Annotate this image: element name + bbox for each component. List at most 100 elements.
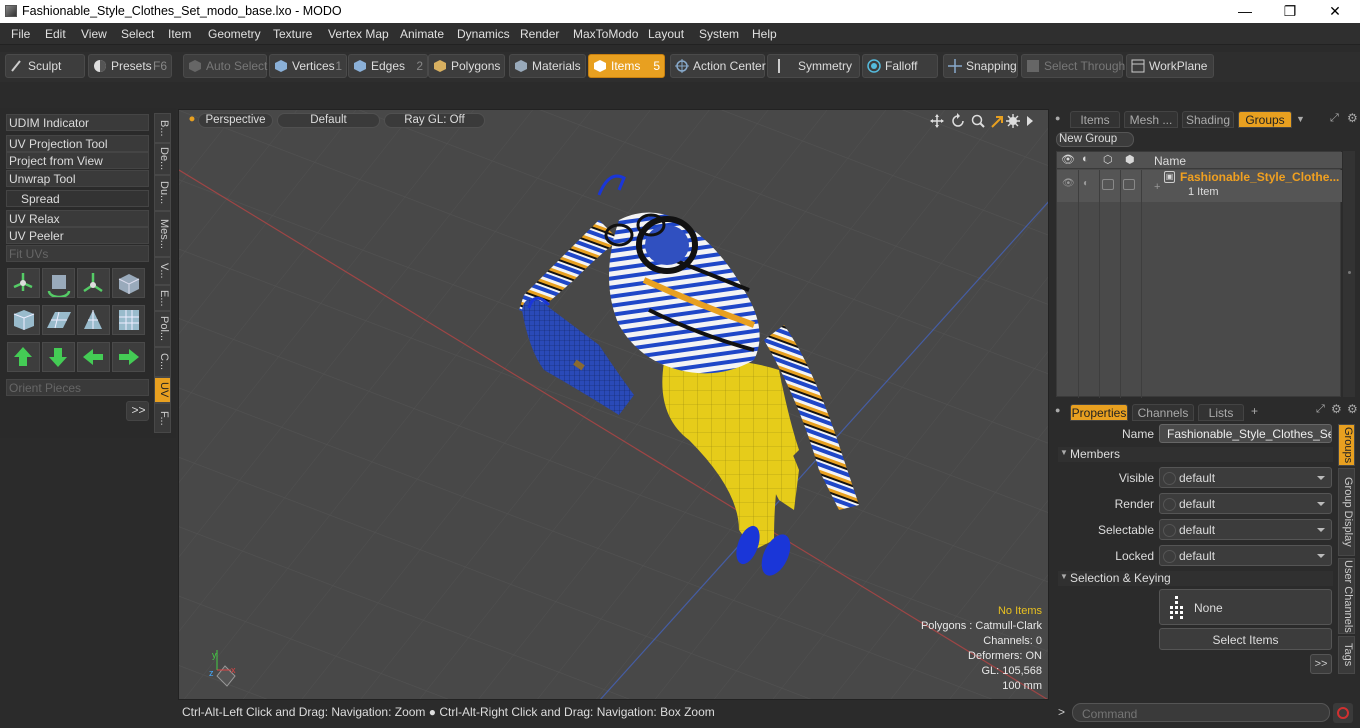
menu-file[interactable]: File	[11, 27, 30, 41]
menu-dynamics[interactable]: Dynamics	[457, 27, 510, 41]
tab-duplicate[interactable]: Du...	[154, 175, 171, 211]
tab-properties[interactable]: Properties	[1070, 404, 1128, 421]
close-button[interactable]: ✕	[1312, 2, 1358, 22]
panel-settings-icon[interactable]: ⚙	[1331, 402, 1342, 416]
settings-gear-icon[interactable]	[1006, 114, 1020, 128]
more-properties-button[interactable]: >>	[1310, 654, 1332, 674]
arrow-up-icon[interactable]	[7, 342, 40, 372]
tab-fusion[interactable]: F...	[154, 403, 171, 433]
move-view-icon[interactable]	[930, 114, 944, 128]
locked-dropdown[interactable]: default	[1159, 545, 1332, 566]
select-through-button[interactable]: Select Through	[1021, 54, 1125, 78]
unwrap-tool-button[interactable]: Unwrap Tool	[6, 170, 149, 187]
members-section[interactable]: ▼ Members	[1058, 447, 1333, 462]
panel-settings-icon[interactable]: ⚙	[1347, 402, 1358, 416]
command-input[interactable]	[1072, 703, 1330, 722]
render-dropdown[interactable]: default	[1159, 493, 1332, 514]
uv-plane-icon[interactable]	[42, 305, 75, 335]
menu-layout[interactable]: Layout	[648, 27, 684, 41]
uv-relax-button[interactable]: UV Relax	[6, 210, 149, 227]
polygons-button[interactable]: Polygons	[428, 54, 505, 78]
row-render-icon[interactable]: ◐	[1083, 178, 1089, 189]
maximize-button[interactable]: ❐	[1267, 2, 1313, 22]
menu-render[interactable]: Render	[520, 27, 559, 41]
action-center-button[interactable]: Action Center	[670, 54, 766, 78]
materials-button[interactable]: Materials	[509, 54, 586, 78]
selection-keying-section[interactable]: ▼ Selection & Keying	[1058, 571, 1333, 586]
uv-transform-icon[interactable]	[7, 268, 40, 298]
side-tab-group-display[interactable]: Group Display	[1338, 468, 1355, 556]
selectable-dropdown[interactable]: default	[1159, 519, 1332, 540]
menu-texture[interactable]: Texture	[273, 27, 312, 41]
view-type-dropdown[interactable]: Perspective	[198, 113, 273, 128]
record-button[interactable]	[1333, 703, 1353, 723]
3d-viewport[interactable]: y x z	[178, 109, 1049, 700]
menu-system[interactable]: System	[699, 27, 739, 41]
name-column-header[interactable]: Name	[1154, 154, 1186, 168]
arrow-right-icon[interactable]	[112, 342, 145, 372]
zoom-view-icon[interactable]	[971, 114, 985, 128]
name-field[interactable]: Fashionable_Style_Clothes_Set (:	[1159, 424, 1332, 443]
tab-groups[interactable]: Groups	[1238, 111, 1292, 128]
spread-section[interactable]: Spread	[6, 190, 149, 207]
expand-panel-icon[interactable]: ⤢	[1330, 112, 1339, 125]
expand-plus-icon[interactable]: +	[1154, 181, 1160, 193]
tab-channels[interactable]: Channels	[1132, 404, 1194, 421]
menu-maxtomodo[interactable]: MaxToModo	[573, 27, 638, 41]
vertices-button[interactable]: Vertices 1	[269, 54, 347, 78]
shading-dropdown[interactable]: Default	[277, 113, 380, 128]
tab-basic[interactable]: B...	[154, 113, 171, 143]
symmetry-button[interactable]: Symmetry	[767, 54, 860, 78]
row-lock-checkbox[interactable]	[1123, 179, 1135, 190]
uv-pyramid-icon[interactable]	[77, 305, 110, 335]
snapping-button[interactable]: Snapping	[943, 54, 1018, 78]
scrollbar-thumb[interactable]	[1348, 271, 1351, 274]
uv-peeler-button[interactable]: UV Peeler	[6, 227, 149, 244]
uv-scale-icon[interactable]	[77, 268, 110, 298]
menu-help[interactable]: Help	[752, 27, 777, 41]
menu-select[interactable]: Select	[121, 27, 154, 41]
tab-curve[interactable]: C...	[154, 347, 171, 377]
tab-vertex[interactable]: V...	[154, 257, 171, 285]
none-button[interactable]: None	[1159, 589, 1332, 625]
visible-dropdown[interactable]: default	[1159, 467, 1332, 488]
list-scrollbar[interactable]	[1343, 151, 1355, 397]
menu-edit[interactable]: Edit	[45, 27, 66, 41]
menu-view[interactable]: View	[81, 27, 107, 41]
tab-mesh[interactable]: Mes...	[154, 211, 171, 257]
tab-uv[interactable]: UV	[154, 377, 171, 403]
rotate-view-icon[interactable]	[952, 113, 964, 127]
menu-vertex-map[interactable]: Vertex Map	[328, 27, 389, 41]
viewport-menu-icon[interactable]: ●	[186, 113, 198, 128]
menu-geometry[interactable]: Geometry	[208, 27, 261, 41]
tab-mesh[interactable]: Mesh ...	[1124, 111, 1178, 128]
new-group-button[interactable]: New Group	[1056, 132, 1134, 147]
auto-select-button[interactable]: Auto Select	[183, 54, 267, 78]
falloff-button[interactable]: Falloff	[862, 54, 938, 78]
select-cube-icon[interactable]: ⬡	[1103, 153, 1113, 166]
render-icon[interactable]: ◐	[1082, 153, 1089, 165]
menu-item[interactable]: Item	[168, 27, 191, 41]
edges-button[interactable]: Edges 2	[348, 54, 428, 78]
items-button[interactable]: Items 5	[588, 54, 665, 78]
select-items-button[interactable]: Select Items	[1159, 628, 1332, 650]
side-tab-user-channels[interactable]: User Channels	[1338, 558, 1355, 634]
row-select-checkbox[interactable]	[1102, 179, 1114, 190]
workplane-button[interactable]: WorkPlane	[1126, 54, 1214, 78]
tab-dropdown-icon[interactable]: ▼	[1296, 114, 1305, 124]
menu-animate[interactable]: Animate	[400, 27, 444, 41]
udim-indicator-button[interactable]: UDIM Indicator	[6, 114, 149, 131]
uv-rotate-icon[interactable]	[42, 268, 75, 299]
lock-cube-icon[interactable]: ⬢	[1125, 153, 1135, 166]
arrow-down-icon[interactable]	[42, 342, 75, 372]
uv-grid-icon[interactable]	[112, 305, 145, 335]
panel-settings-icon[interactable]: ⚙	[1347, 111, 1358, 125]
sculpt-button[interactable]: Sculpt	[5, 54, 85, 78]
uv-projection-tool-button[interactable]: UV Projection Tool	[6, 135, 149, 152]
presets-button[interactable]: Presets F6	[88, 54, 172, 78]
tab-edge[interactable]: E...	[154, 285, 171, 311]
expand-panel-icon[interactable]: ⤢	[1316, 403, 1325, 416]
project-from-view-button[interactable]: Project from View	[6, 152, 149, 169]
more-tools-button[interactable]: >>	[126, 401, 149, 421]
fit-uvs-button[interactable]: Fit UVs	[6, 245, 149, 262]
